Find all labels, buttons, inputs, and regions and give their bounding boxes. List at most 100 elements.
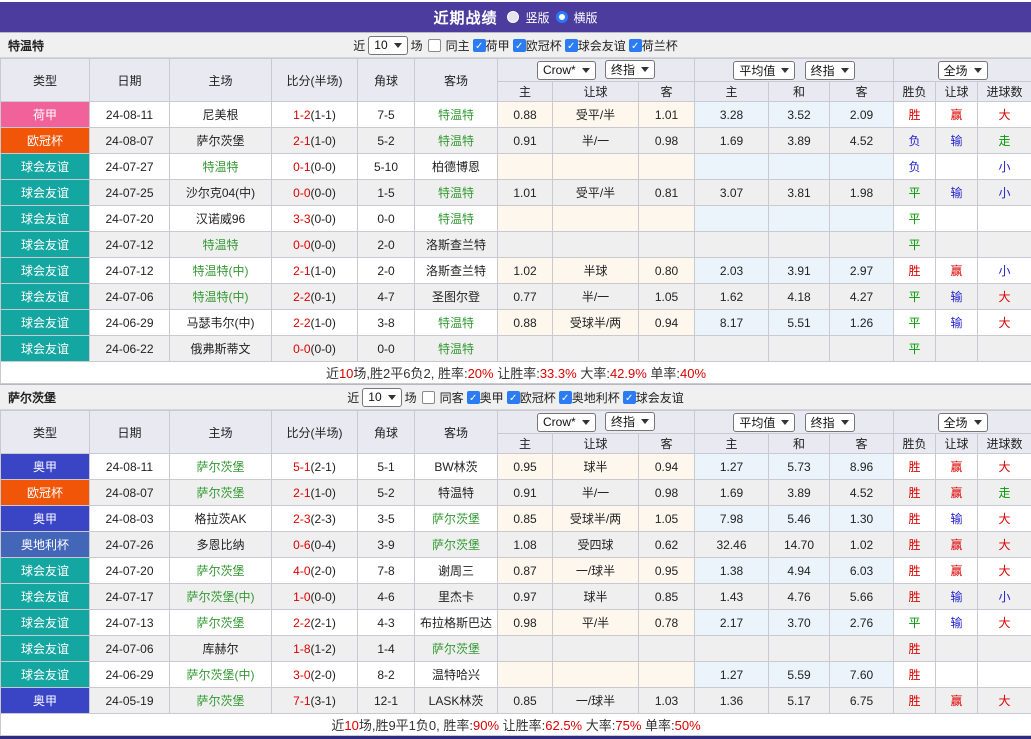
avg-draw-odds (769, 232, 830, 258)
result-goals (978, 636, 1031, 662)
halftime-score: (2-0) (311, 668, 336, 682)
score: 1-0(0-0) (272, 584, 358, 610)
games-label: 场 (405, 389, 417, 406)
halftime-score: (1-1) (311, 108, 336, 122)
league-checkbox[interactable]: ✓ (507, 391, 520, 404)
fulltime-score: 0-1 (293, 160, 310, 174)
result-goals: 小 (978, 154, 1031, 180)
team-section-bar: 萨尔茨堡 近 10 场 同客 ✓奥甲✓欧冠杯✓奥地利杯✓球会友谊 (0, 384, 1031, 410)
matches-table: 类型 日期 主场 比分(半场) 角球 客场 Crow* 终指 平均值 终指 全场 (0, 58, 1031, 384)
league-checkbox[interactable]: ✓ (559, 391, 572, 404)
handicap-line: 半/一 (553, 128, 639, 154)
odds-stage-select[interactable]: 终指 (605, 60, 655, 79)
avg-away-odds: 4.27 (830, 284, 894, 310)
avg-home-odds: 1.38 (695, 558, 769, 584)
same-venue-checkbox[interactable] (422, 391, 435, 404)
league-checkbox[interactable]: ✓ (629, 39, 642, 52)
horizontal-layout-radio[interactable] (556, 11, 568, 23)
fulltime-score: 2-1 (293, 134, 310, 148)
avg-draw-odds: 14.70 (769, 532, 830, 558)
chevron-down-icon (388, 395, 396, 400)
match-count-select[interactable]: 10 (368, 36, 407, 55)
league-badge: 球会友谊 (1, 284, 90, 310)
league-checkbox[interactable]: ✓ (513, 39, 526, 52)
score: 2-3(2-3) (272, 506, 358, 532)
score: 3-3(0-0) (272, 206, 358, 232)
result-wdl: 平 (894, 310, 936, 336)
match-row: 奥甲24-08-11萨尔茨堡5-1(2-1)5-1BW林茨0.95球半0.941… (1, 454, 1031, 480)
league-checkbox[interactable]: ✓ (467, 391, 480, 404)
col-type: 类型 (1, 59, 90, 102)
handicap-away-odds: 0.94 (639, 310, 695, 336)
league-badge: 球会友谊 (1, 662, 90, 688)
halftime-score: (0-1) (311, 290, 336, 304)
col-away: 客场 (415, 59, 498, 102)
vertical-layout-radio[interactable] (507, 11, 519, 23)
fulltime-score: 2-1 (293, 264, 310, 278)
avg-home-odds: 1.69 (695, 480, 769, 506)
result-wdl: 平 (894, 610, 936, 636)
match-row: 球会友谊24-07-20汉诺威963-3(0-0)0-0特温特平 (1, 206, 1031, 232)
match-count-select[interactable]: 10 (362, 388, 401, 407)
avg-away-odds (830, 636, 894, 662)
avg-draw-odds: 5.73 (769, 454, 830, 480)
match-date: 24-06-22 (90, 336, 170, 362)
avg-away-odds (830, 232, 894, 258)
handicap-line (553, 154, 639, 180)
corner-score: 5-2 (358, 480, 415, 506)
result-group-header: 全场 (894, 59, 1031, 82)
corner-score: 12-1 (358, 688, 415, 714)
league-filter-group: ✓荷甲✓欧冠杯✓球会友谊✓荷兰杯 (473, 37, 678, 54)
league-checkbox[interactable]: ✓ (473, 39, 486, 52)
chevron-down-icon (582, 68, 590, 73)
avg-type-select[interactable]: 平均值 (733, 61, 795, 80)
handicap-line: 受平/半 (553, 102, 639, 128)
avg-away-odds (830, 206, 894, 232)
scope-select[interactable]: 全场 (938, 413, 988, 432)
col-avg-draw: 和 (769, 82, 830, 102)
avg-away-odds: 1.98 (830, 180, 894, 206)
team-name: 萨尔茨堡 (8, 389, 56, 406)
result-handicap: 输 (936, 584, 978, 610)
halftime-score: (2-0) (311, 564, 336, 578)
league-checkbox[interactable]: ✓ (565, 39, 578, 52)
summary-stat-value: 33.3% (540, 366, 577, 381)
match-date: 24-07-17 (90, 584, 170, 610)
avg-stage-select[interactable]: 终指 (805, 413, 855, 432)
score: 1-8(1-2) (272, 636, 358, 662)
chevron-down-icon (841, 420, 849, 425)
match-date: 24-07-12 (90, 232, 170, 258)
odds-company-select[interactable]: Crow* (537, 61, 596, 80)
league-badge: 球会友谊 (1, 206, 90, 232)
handicap-away-odds: 0.78 (639, 610, 695, 636)
result-wdl: 胜 (894, 102, 936, 128)
corner-score: 1-4 (358, 636, 415, 662)
summary-text: 近10场,胜2平6负2, 胜率:20% 让胜率:33.3% 大率:42.9% 单… (1, 362, 1031, 384)
avg-away-odds: 4.52 (830, 480, 894, 506)
avg-stage-select[interactable]: 终指 (805, 61, 855, 80)
avg-type-select[interactable]: 平均值 (733, 413, 795, 432)
summary-text-part: 单率: (641, 718, 674, 733)
corner-score: 0-0 (358, 336, 415, 362)
handicap-away-odds: 0.98 (639, 480, 695, 506)
same-venue-checkbox[interactable] (428, 39, 441, 52)
league-checkbox[interactable]: ✓ (623, 391, 636, 404)
odds-stage-select[interactable]: 终指 (605, 412, 655, 431)
avg-away-odds: 6.75 (830, 688, 894, 714)
result-handicap (936, 662, 978, 688)
result-wdl: 平 (894, 232, 936, 258)
fulltime-score: 1-2 (293, 108, 310, 122)
fulltime-score: 1-0 (293, 590, 310, 604)
result-handicap (936, 206, 978, 232)
handicap-away-odds (639, 154, 695, 180)
match-date: 24-08-07 (90, 480, 170, 506)
corner-score: 4-7 (358, 284, 415, 310)
scope-select[interactable]: 全场 (938, 61, 988, 80)
halftime-score: (1-2) (311, 642, 336, 656)
handicap-home-odds (498, 232, 553, 258)
result-handicap: 输 (936, 180, 978, 206)
odds-company-select[interactable]: Crow* (537, 413, 596, 432)
fulltime-score: 3-3 (293, 212, 310, 226)
away-team: 萨尔茨堡 (415, 636, 498, 662)
fulltime-score: 4-0 (293, 564, 310, 578)
